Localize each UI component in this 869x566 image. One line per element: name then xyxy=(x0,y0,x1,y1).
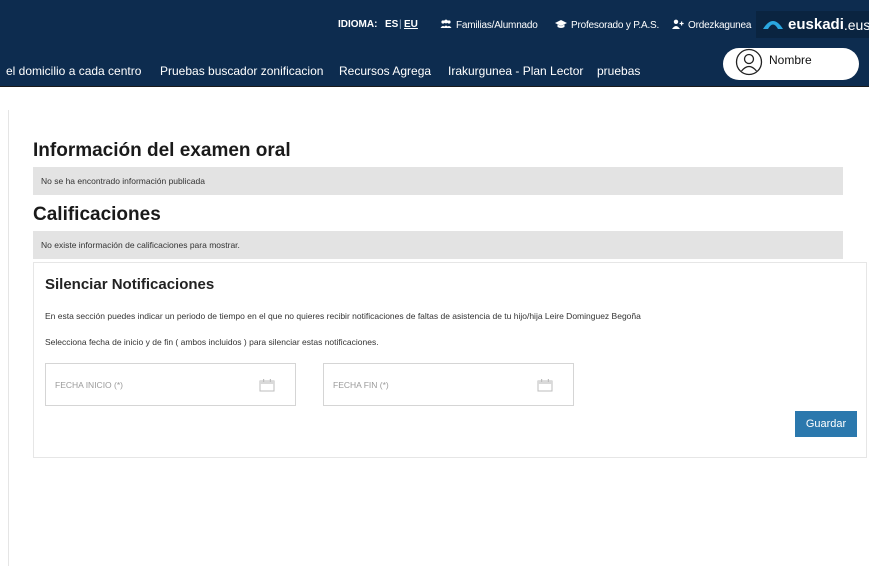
graduation-cap-icon xyxy=(555,19,567,32)
silence-instruction: Selecciona fecha de inicio y de fin ( am… xyxy=(45,337,379,347)
language-eu-link[interactable]: EU xyxy=(404,19,418,30)
main-navigation: el domicilio a cada centro Pruebas busca… xyxy=(0,38,869,86)
nav-divider xyxy=(0,86,869,87)
familias-alumnado-link[interactable]: Familias/Alumnado xyxy=(440,19,538,32)
grades-title: Calificaciones xyxy=(33,204,161,225)
user-menu-button[interactable]: Nombre xyxy=(723,48,859,80)
start-date-placeholder: FECHA INICIO (*) xyxy=(55,380,124,390)
brand-extension: .eus xyxy=(843,16,869,33)
end-date-placeholder: FECHA FIN (*) xyxy=(333,380,389,390)
nav-item-pruebas[interactable]: pruebas xyxy=(597,64,640,78)
familias-alumnado-label: Familias/Alumnado xyxy=(456,20,538,31)
left-divider xyxy=(8,110,9,566)
end-date-field[interactable]: FECHA FIN (*) xyxy=(323,363,574,406)
grades-message: No existe información de calificaciones … xyxy=(33,231,843,259)
ordezkagunea-label: Ordezkagunea xyxy=(688,20,752,31)
start-date-field[interactable]: FECHA INICIO (*) xyxy=(45,363,296,406)
language-separator: | xyxy=(399,19,402,30)
nav-item-recursos-agrega[interactable]: Recursos Agrega xyxy=(339,64,431,78)
nav-item-irakurgunea[interactable]: Irakurgunea - Plan Lector xyxy=(448,64,583,78)
top-utility-bar: IDIOMA: ES | EU Familias/Alumnado Profes… xyxy=(0,0,869,38)
nav-item-pruebas-buscador[interactable]: Pruebas buscador zonificacion xyxy=(160,64,323,78)
user-face-icon xyxy=(735,48,763,81)
brand-name: euskadi xyxy=(788,16,844,33)
oral-exam-message: No se ha encontrado información publicad… xyxy=(33,167,843,195)
users-icon xyxy=(440,19,452,32)
euskadi-arc-logo-icon xyxy=(762,17,784,32)
user-name: Nombre xyxy=(769,53,812,67)
ordezkagunea-link[interactable]: Ordezkagunea xyxy=(672,19,751,32)
language-es-link[interactable]: ES xyxy=(385,19,398,30)
save-button[interactable]: Guardar xyxy=(795,411,857,437)
silence-description: En esta sección puedes indicar un period… xyxy=(45,311,641,321)
profesorado-pas-label: Profesorado y P.A.S. xyxy=(571,20,660,31)
nav-item-domicilio[interactable]: el domicilio a cada centro xyxy=(6,64,141,78)
oral-exam-title: Información del examen oral xyxy=(33,140,291,161)
euskadi-brand-link[interactable]: euskadi .eus xyxy=(756,11,869,38)
user-plus-icon xyxy=(672,19,684,32)
language-label: IDIOMA: xyxy=(338,19,378,30)
calendar-icon[interactable] xyxy=(537,378,553,392)
calendar-icon[interactable] xyxy=(259,378,275,392)
silence-notifications-title: Silenciar Notificaciones xyxy=(45,276,215,293)
silence-notifications-card: Silenciar Notificaciones En esta sección… xyxy=(33,262,867,458)
profesorado-pas-link[interactable]: Profesorado y P.A.S. xyxy=(555,19,659,32)
